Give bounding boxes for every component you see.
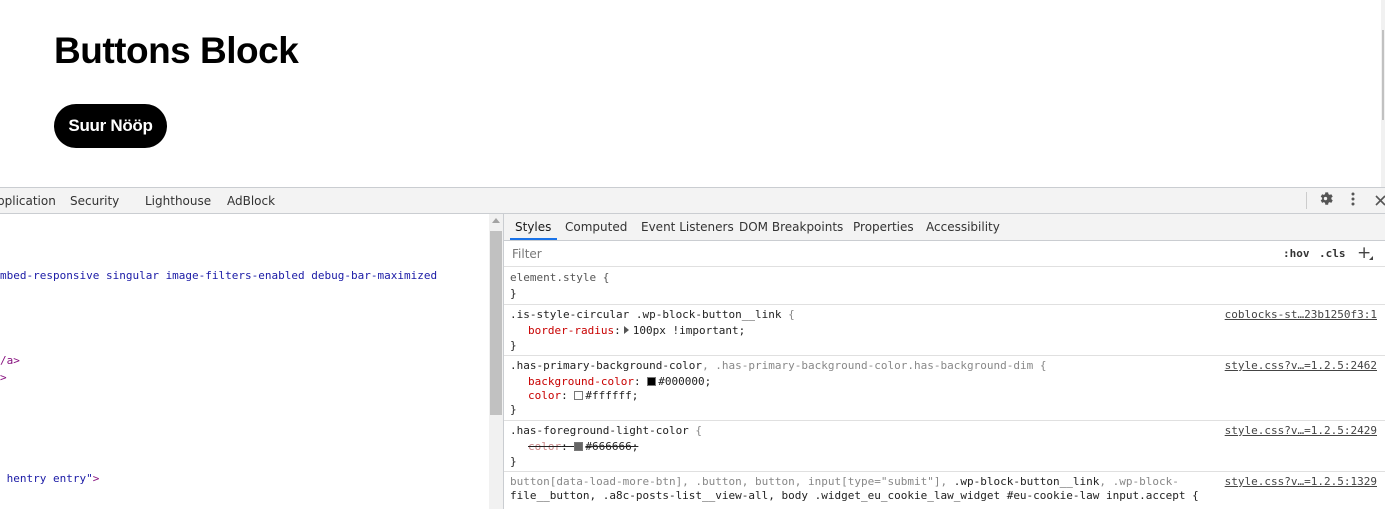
tab-dom-breakpoints[interactable]: DOM Breakpoints [739, 220, 843, 234]
more-vertical-icon[interactable] [1344, 191, 1362, 211]
color-swatch[interactable] [647, 377, 657, 386]
tab-adblock[interactable]: AdBlock [227, 194, 275, 208]
property-name: color [528, 389, 562, 402]
devtools-tab-bar: pplication Security Lighthouse AdBlock [0, 187, 1385, 214]
color-swatch[interactable] [574, 391, 584, 400]
selector-open: { [688, 424, 703, 437]
rule-source-link[interactable]: style.css?v…=1.2.5:2462 [1225, 359, 1377, 372]
rule-button[interactable]: button[data-load-more-btn], .button, but… [504, 472, 1385, 509]
tab-lighthouse[interactable]: Lighthouse [145, 194, 211, 208]
gear-icon[interactable] [1316, 191, 1334, 211]
tab-application[interactable]: pplication [0, 194, 56, 208]
rule-selector: .has-primary-background-color, .has-prim… [510, 359, 1046, 372]
dom-line[interactable]: > [0, 371, 7, 384]
dom-line[interactable]: hentry entry"> [0, 472, 100, 485]
active-tab-indicator [510, 238, 557, 240]
declaration[interactable]: color: #ffffff; [528, 389, 638, 402]
filter-input[interactable] [508, 244, 1274, 264]
rule-selector-line-2: file__button, .a8c-posts-list__view-all,… [510, 489, 1199, 502]
rule-source-link[interactable]: coblocks-st…23b1250f3:1 [1225, 308, 1377, 321]
elements-scrollbar-thumb[interactable] [490, 231, 502, 415]
selector-match: .wp-block-button__link [953, 475, 1100, 488]
rule-close: } [510, 403, 517, 416]
color-swatch[interactable] [574, 442, 584, 451]
rule-foreground-light[interactable]: .has-foreground-light-color { style.css?… [504, 421, 1385, 472]
tab-event-listeners[interactable]: Event Listeners [641, 220, 734, 234]
rule-selector-line-1: button[data-load-more-btn], .button, but… [510, 475, 1179, 488]
filter-row: :hov .cls + [504, 241, 1385, 267]
tab-security[interactable]: Security [70, 194, 119, 208]
styles-panel: Styles Computed Event Listeners DOM Brea… [503, 214, 1385, 509]
tab-properties[interactable]: Properties [853, 220, 914, 234]
selector-dim: , .wp-block- [1099, 475, 1179, 488]
selector-open: { [1033, 359, 1047, 372]
rule-primary-background[interactable]: .has-primary-background-color, .has-prim… [504, 356, 1385, 421]
rule-source-link[interactable]: style.css?v…=1.2.5:2429 [1225, 424, 1377, 437]
page-scrollbar-thumb[interactable] [1382, 30, 1384, 120]
property-name: color [528, 440, 562, 453]
rule-selector: .is-style-circular .wp-block-button__lin… [510, 308, 795, 321]
selector-dim: , .has-primary-background-color.has-back… [702, 359, 1034, 372]
elements-scrollbar[interactable] [489, 214, 503, 509]
property-value: #000000; [658, 375, 712, 388]
page-preview: Buttons Block Suur Nööp [0, 0, 1385, 187]
page-scrollbar[interactable] [1381, 0, 1385, 187]
overridden-declaration[interactable]: color: #666666; [528, 440, 638, 453]
new-rule-plus-icon[interactable]: + [1357, 243, 1371, 263]
property-value: #666666; [585, 440, 639, 453]
rule-close: } [510, 339, 517, 352]
rule-selector: .has-foreground-light-color { [510, 424, 702, 437]
property-value: #ffffff; [585, 389, 639, 402]
tab-accessibility[interactable]: Accessibility [926, 220, 1000, 234]
tab-computed[interactable]: Computed [565, 220, 627, 234]
toolbar-divider [1306, 192, 1307, 209]
expand-triangle-icon[interactable] [623, 326, 629, 334]
declaration[interactable]: background-color: #000000; [528, 375, 711, 388]
rule-selector: element.style { [510, 271, 610, 284]
selector-dim: button[data-load-more-btn], .button, but… [510, 475, 954, 488]
rule-circular[interactable]: .is-style-circular .wp-block-button__lin… [504, 305, 1385, 356]
close-icon[interactable] [1371, 191, 1385, 211]
selector-open: { [781, 308, 795, 321]
hov-toggle[interactable]: :hov [1283, 247, 1310, 260]
declaration[interactable]: border-radius: 100px !important; [528, 324, 745, 337]
rule-close: } [510, 287, 517, 300]
property-name: background-color [528, 375, 634, 388]
property-name: border-radius [528, 324, 615, 337]
new-rule-corner-icon [1369, 256, 1373, 260]
selector-match: .has-foreground-light-color [510, 424, 689, 437]
page-heading: Buttons Block [54, 30, 299, 71]
cls-toggle[interactable]: .cls [1319, 247, 1346, 260]
selector-match: .has-primary-background-color [510, 359, 703, 372]
dom-line-tag: > [92, 472, 100, 485]
tab-styles[interactable]: Styles [515, 220, 551, 234]
suur-noop-button[interactable]: Suur Nööp [54, 104, 167, 148]
selector-match: .is-style-circular .wp-block-button__lin… [510, 308, 782, 321]
rule-source-link[interactable]: style.css?v…=1.2.5:1329 [1225, 475, 1377, 488]
rule-element-style[interactable]: element.style { } [504, 267, 1385, 305]
scroll-up-arrow-icon[interactable] [492, 218, 500, 223]
elements-panel[interactable]: mbed-responsive singular image-filters-e… [0, 214, 489, 509]
dom-line[interactable]: /a> [0, 354, 20, 367]
property-value: 100px !important; [632, 324, 746, 337]
styles-sub-tabs: Styles Computed Event Listeners DOM Brea… [504, 214, 1385, 241]
dom-line[interactable]: mbed-responsive singular image-filters-e… [0, 269, 437, 282]
rule-close: } [510, 455, 517, 468]
dom-line-text: hentry entry" [0, 472, 93, 485]
